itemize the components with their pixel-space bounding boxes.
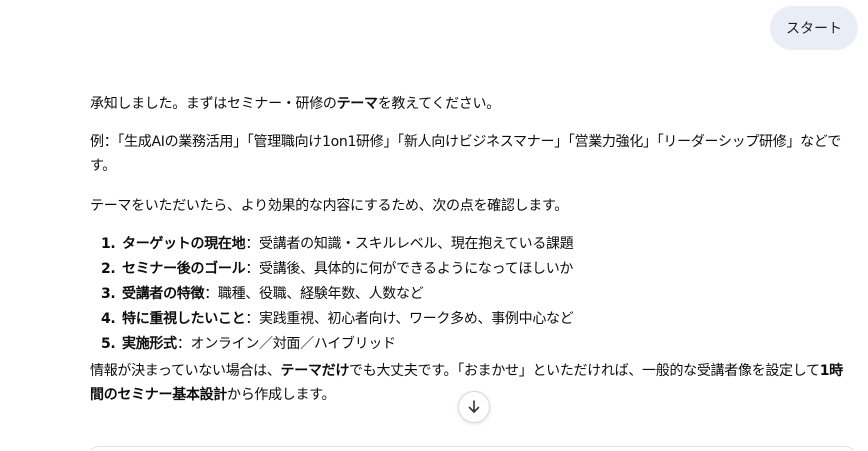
point-sep: ： [245, 236, 260, 252]
checkpoint-list: ターゲットの現在地：受講者の知識・スキルレベル、現在抱えている課題 セミナー後の… [90, 232, 855, 357]
point-sep: ： [245, 261, 260, 277]
intro-text-end: を教えてください。 [377, 96, 500, 112]
user-message-text: スタート [786, 21, 842, 37]
point-desc: 受講後、具体的に何ができるようになってほしいか [259, 261, 574, 277]
closing-text: でも大丈夫です。「おまかせ」といただければ、一般的な受講者像を設定して [349, 363, 820, 379]
closing-text: から作成します。 [227, 387, 336, 403]
point-sep: ： [176, 336, 191, 352]
user-message-bubble: スタート [770, 6, 858, 50]
point-title: セミナー後のゴール [122, 261, 246, 277]
intro-emphasis: テーマ [336, 96, 378, 112]
closing-text: 情報が決まっていない場合は、 [90, 363, 281, 379]
composer-input-box[interactable] [88, 446, 856, 451]
list-item: セミナー後のゴール：受講後、具体的に何ができるようになってほしいか [120, 257, 855, 282]
point-sep: ： [245, 311, 260, 327]
closing-emphasis: テーマだけ [280, 363, 350, 379]
assistant-message: 承知しました。まずはセミナー・研修のテーマを教えてください。 例：「生成AIの業… [90, 92, 855, 421]
point-title: 特に重視したいこと [122, 311, 246, 327]
lead-paragraph: テーマをいただいたら、より効果的な内容にするため、次の点を確認します。 [90, 198, 568, 214]
intro-paragraph: 承知しました。まずはセミナー・研修のテーマを教えてください。 [90, 92, 855, 116]
intro-text: 承知しました。まずはセミナー・研修の [90, 96, 337, 112]
list-item: 受講者の特徴：職種、役職、経験年数、人数など [120, 282, 855, 307]
point-desc: 職種、役職、経験年数、人数など [217, 286, 424, 302]
list-item: 実施形式：オンライン／対面／ハイブリッド [120, 332, 855, 357]
point-title: 実施形式 [122, 336, 177, 352]
point-desc: 受講者の知識・スキルレベル、現在抱えている課題 [259, 236, 574, 252]
point-title: 受講者の特徴 [122, 286, 205, 302]
scroll-to-bottom-button[interactable] [458, 391, 490, 423]
arrow-down-icon [468, 400, 480, 413]
point-title: ターゲットの現在地 [122, 236, 246, 252]
example-paragraph: 例：「生成AIの業務活用」「管理職向け1on1研修」「新人向けビジネスマナー」「… [90, 134, 841, 174]
chat-page: スタート 承知しました。まずはセミナー・研修のテーマを教えてください。 例：「生… [0, 0, 868, 451]
point-sep: ： [204, 286, 218, 302]
point-desc: 実践重視、初心者向け、ワーク多め、事例中心など [259, 311, 574, 327]
list-item: ターゲットの現在地：受講者の知識・スキルレベル、現在抱えている課題 [120, 232, 855, 257]
point-desc: オンライン／対面／ハイブリッド [190, 336, 397, 352]
list-item: 特に重視したいこと：実践重視、初心者向け、ワーク多め、事例中心など [120, 307, 855, 332]
